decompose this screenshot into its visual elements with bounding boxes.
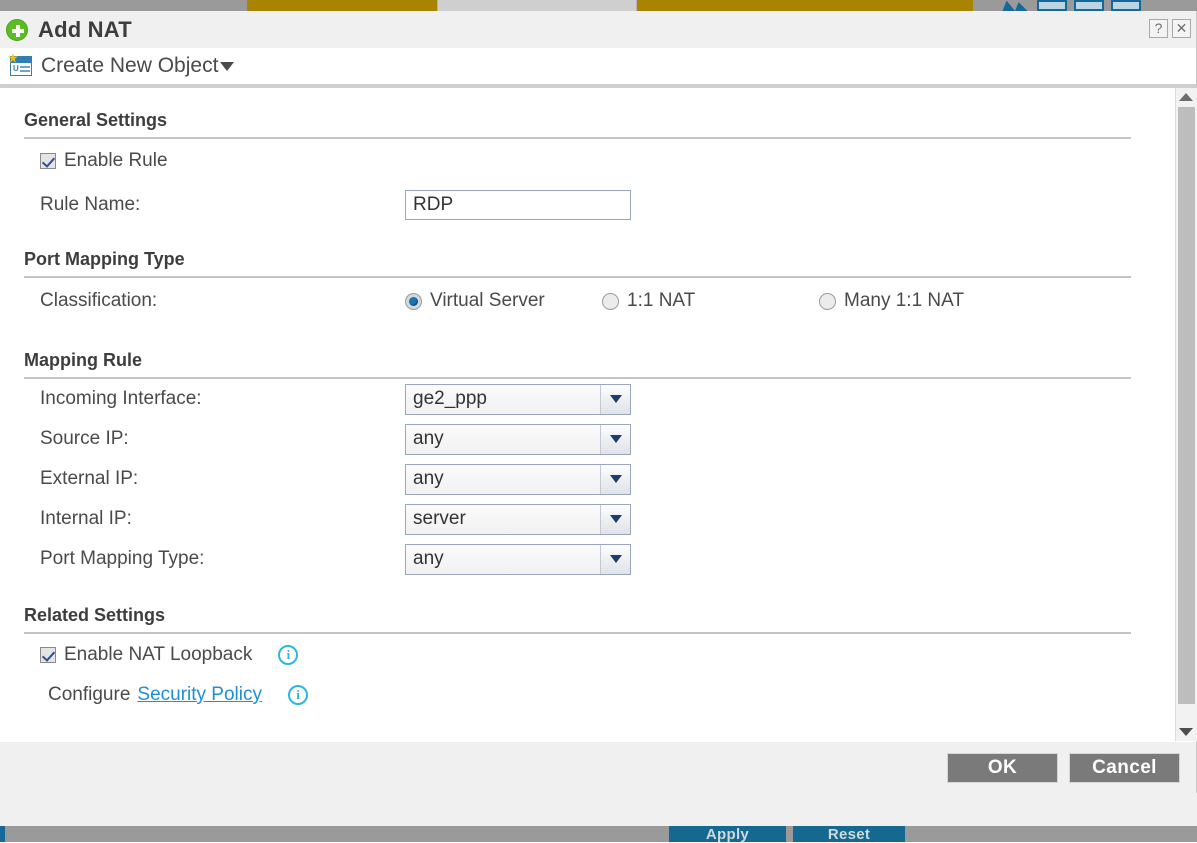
configure-security-policy-row: Configure Security Policy i <box>0 676 1175 714</box>
radio-virtual-server-label: Virtual Server <box>430 290 545 312</box>
section-heading-mapping-rule: Mapping Rule <box>24 350 1131 377</box>
close-icon[interactable]: ✕ <box>1172 19 1191 38</box>
scrollbar-track[interactable] <box>1176 106 1197 723</box>
enable-rule-checkbox[interactable] <box>40 153 56 169</box>
classification-label: Classification: <box>40 290 405 312</box>
port-mapping-type-value: any <box>406 545 600 574</box>
port-mapping-type-label: Port Mapping Type: <box>40 548 405 570</box>
create-new-object-label: Create New Object <box>41 54 218 78</box>
incoming-interface-value: ge2_ppp <box>406 385 600 414</box>
radio-many-one-to-one-nat-input[interactable] <box>819 293 836 310</box>
incoming-interface-row: Incoming Interface: ge2_ppp <box>0 379 1175 419</box>
grid-icon <box>1111 0 1141 11</box>
external-ip-row: External IP: any <box>0 459 1175 499</box>
dialog-title: Add NAT <box>38 17 132 43</box>
dialog-title-bar: Add NAT ? ✕ <box>0 11 1196 48</box>
external-ip-select[interactable]: any <box>405 464 631 495</box>
form-content: General Settings Enable Rule Rule Name: … <box>0 88 1175 741</box>
internal-ip-label: Internal IP: <box>40 508 405 530</box>
background-active-tab <box>437 0 637 11</box>
enable-rule-label: Enable Rule <box>64 150 168 172</box>
incoming-interface-label: Incoming Interface: <box>40 388 405 410</box>
chevron-down-icon[interactable] <box>600 465 630 494</box>
background-bottom-bar <box>0 826 1197 842</box>
radio-one-to-one-nat-input[interactable] <box>602 293 619 310</box>
vertical-scrollbar[interactable] <box>1175 88 1196 741</box>
info-icon[interactable]: i <box>288 685 308 705</box>
section-heading-general: General Settings <box>24 110 1131 137</box>
monitor-icon <box>1037 0 1067 11</box>
source-ip-value: any <box>406 425 600 454</box>
security-policy-link[interactable]: Security Policy <box>137 684 262 706</box>
help-button[interactable]: ? <box>1149 19 1168 38</box>
radio-virtual-server-input[interactable] <box>405 293 422 310</box>
background-toolbar-icons <box>1000 0 1197 11</box>
add-nat-dialog: Add NAT ? ✕ U Create New Object General … <box>0 11 1197 793</box>
radio-many-one-to-one-nat-label: Many 1:1 NAT <box>844 290 964 312</box>
chevron-down-icon[interactable] <box>600 545 630 574</box>
source-ip-label: Source IP: <box>40 428 405 450</box>
rule-name-input[interactable] <box>405 190 631 220</box>
section-heading-related-settings: Related Settings <box>24 605 1131 632</box>
dialog-body: General Settings Enable Rule Rule Name: … <box>0 88 1196 741</box>
list-icon <box>1074 0 1104 11</box>
external-ip-value: any <box>406 465 600 494</box>
chevron-down-icon[interactable] <box>600 385 630 414</box>
rule-name-label: Rule Name: <box>40 194 405 216</box>
create-object-icon: U <box>10 56 32 76</box>
internal-ip-value: server <box>406 505 600 534</box>
background-bottom-accent <box>0 826 5 842</box>
scroll-down-icon[interactable] <box>1176 723 1197 741</box>
classification-row: Classification: Virtual Server 1:1 NAT M… <box>0 278 1175 324</box>
radio-one-to-one-nat[interactable]: 1:1 NAT <box>602 290 819 312</box>
radio-many-one-to-one-nat[interactable]: Many 1:1 NAT <box>819 290 964 312</box>
scroll-up-icon[interactable] <box>1176 88 1197 106</box>
configure-label: Configure <box>48 684 130 706</box>
chevron-down-icon[interactable] <box>600 505 630 534</box>
nat-loopback-label: Enable NAT Loopback <box>64 644 252 666</box>
create-new-object-bar[interactable]: U Create New Object <box>0 48 1196 88</box>
chevron-down-icon[interactable] <box>600 425 630 454</box>
scrollbar-thumb[interactable] <box>1178 107 1195 704</box>
internal-ip-select[interactable]: server <box>405 504 631 535</box>
reset-button[interactable]: Reset <box>793 826 905 842</box>
nat-loopback-row: Enable NAT Loopback i <box>0 634 1175 676</box>
info-icon[interactable]: i <box>278 645 298 665</box>
ok-button[interactable]: OK <box>947 753 1058 783</box>
external-ip-label: External IP: <box>40 468 405 490</box>
internal-ip-row: Internal IP: server <box>0 499 1175 539</box>
apply-button[interactable]: Apply <box>669 826 786 842</box>
incoming-interface-select[interactable]: ge2_ppp <box>405 384 631 415</box>
chart-icon <box>1000 0 1030 11</box>
window-controls: ? ✕ <box>1149 19 1191 38</box>
radio-virtual-server[interactable]: Virtual Server <box>405 290 602 312</box>
section-heading-port-mapping-type: Port Mapping Type <box>24 249 1131 276</box>
cancel-button[interactable]: Cancel <box>1069 753 1180 783</box>
source-ip-select[interactable]: any <box>405 424 631 455</box>
nat-loopback-checkbox[interactable] <box>40 647 56 663</box>
enable-rule-row: Enable Rule <box>0 139 1175 183</box>
chevron-down-icon[interactable] <box>220 62 234 71</box>
radio-one-to-one-nat-label: 1:1 NAT <box>627 290 695 312</box>
rule-name-row: Rule Name: <box>0 183 1175 227</box>
plus-circle-icon <box>6 19 28 41</box>
port-mapping-type-select[interactable]: any <box>405 544 631 575</box>
source-ip-row: Source IP: any <box>0 419 1175 459</box>
port-mapping-type-row: Port Mapping Type: any <box>0 539 1175 579</box>
dialog-footer: OK Cancel <box>0 741 1196 793</box>
